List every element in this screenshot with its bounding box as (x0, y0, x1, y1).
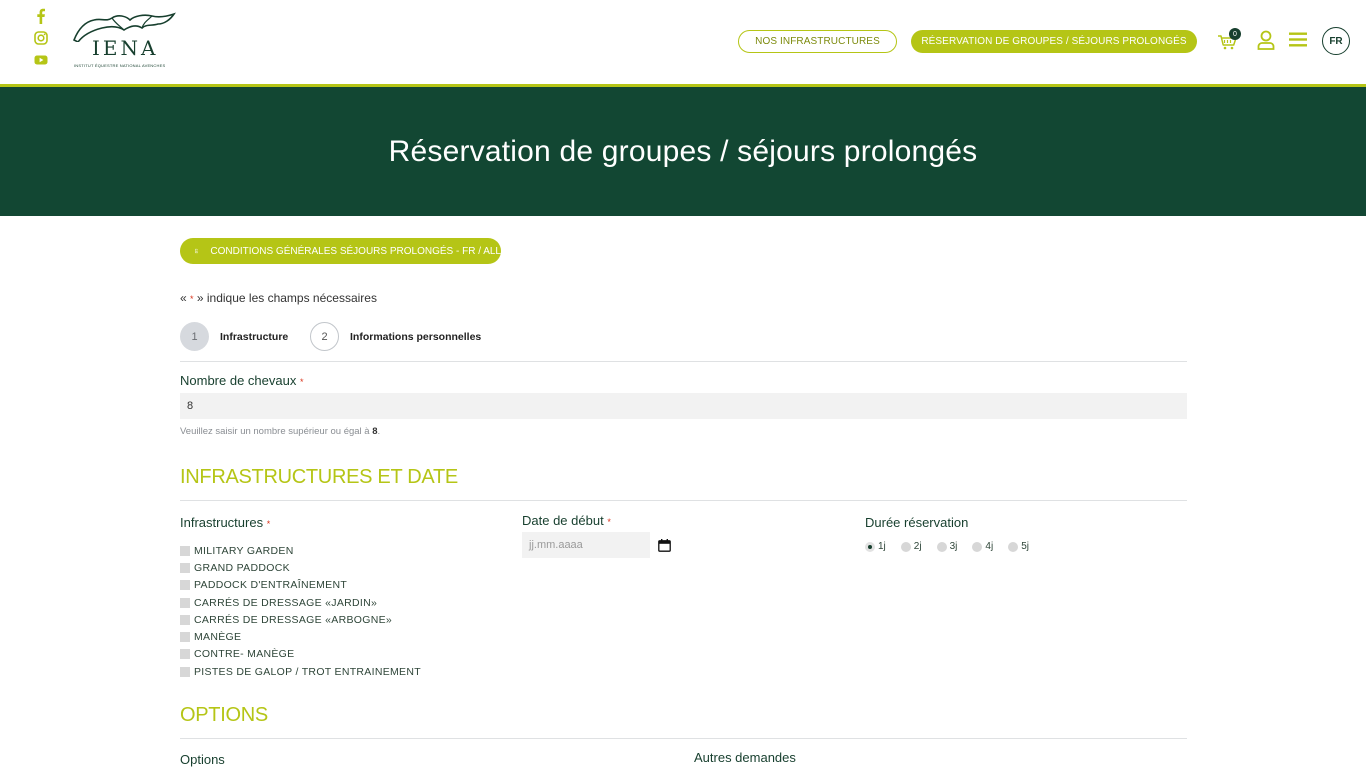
language-switcher[interactable]: FR (1322, 27, 1350, 55)
radio[interactable] (972, 541, 983, 552)
required-note-suffix: » indique les champs nécessaires (193, 291, 377, 305)
required-asterisk: * (266, 519, 271, 529)
calendar-icon[interactable] (658, 539, 671, 552)
step-personal-info: 2 Informations personnelles (310, 322, 481, 351)
checkbox[interactable] (180, 649, 190, 660)
infrastructures-label: Infrastructures * (180, 515, 270, 530)
checkbox-option[interactable]: GRAND PADDOCK (180, 559, 421, 576)
step-label: Informations personnelles (350, 330, 482, 343)
checkbox-label: CONTRE- MANÈGE (194, 648, 295, 661)
checkbox-option[interactable]: PISTES DE GALOP / TROT ENTRAINEMENT (180, 663, 421, 680)
other-requests-label: Autres demandes (694, 750, 796, 765)
checkbox-label: CARRÉS DE DRESSAGE «ARBOGNE» (194, 613, 393, 626)
logo-wordmark: IENA (92, 36, 159, 60)
radio-label: 5j (1021, 541, 1029, 552)
checkbox[interactable] (180, 562, 190, 573)
duration-option[interactable]: 2j (900, 541, 922, 552)
checkbox-option[interactable]: CARRÉS DE DRESSAGE «ARBOGNE» (180, 611, 421, 628)
checkbox[interactable] (180, 545, 190, 556)
horses-label: Nombre de chevaux * (180, 373, 303, 388)
radio[interactable] (900, 541, 911, 552)
checkbox-option[interactable]: CONTRE- MANÈGE (180, 646, 421, 663)
infrastructures-checkbox-list: MILITARY GARDEN GRAND PADDOCK PADDOCK D'… (180, 542, 421, 680)
checkbox-option[interactable]: MILITARY GARDEN (180, 542, 421, 559)
step-number: 1 (180, 322, 209, 351)
menu-icon[interactable] (1289, 32, 1307, 47)
checkbox[interactable] (180, 632, 190, 643)
radio[interactable] (936, 541, 947, 552)
start-date-label-text: Date de début (522, 513, 604, 528)
duration-option[interactable]: 5j (1008, 541, 1029, 552)
radio[interactable] (1008, 541, 1019, 552)
required-asterisk: * (299, 377, 304, 387)
checkbox[interactable] (180, 580, 190, 591)
radio-label: 1j (878, 541, 886, 552)
start-date-input[interactable]: jj.mm.aaaa (522, 532, 650, 558)
social-links (33, 8, 49, 74)
radio-selected[interactable] (865, 541, 875, 552)
horses-hint: Veuillez saisir un nombre supérieur ou é… (180, 426, 380, 437)
horses-label-text: Nombre de chevaux (180, 373, 297, 388)
duration-option[interactable]: 1j (865, 541, 886, 552)
radio-label: 2j (913, 541, 922, 552)
start-date-label: Date de début * (522, 513, 611, 528)
step-label: Infrastructure (220, 330, 289, 343)
radio-label: 3j (949, 541, 958, 552)
duration-label: Durée réservation (865, 515, 969, 530)
checkbox-label: MANÈGE (194, 631, 242, 644)
user-account-icon[interactable] (1257, 30, 1275, 50)
instagram-icon[interactable] (33, 30, 49, 46)
conditions-button-label: CONDITIONS GÉNÉRALES SÉJOURS PROLONGÉS -… (210, 245, 501, 257)
required-asterisk: * (607, 517, 611, 527)
checkbox-label: CARRÉS DE DRESSAGE «JARDIN» (194, 596, 378, 609)
nav-reservation-button[interactable]: RÉSERVATION DE GROUPES / SÉJOURS PROLONG… (911, 30, 1197, 53)
checkbox-label: PADDOCK D'ENTRAÎNEMENT (194, 579, 348, 592)
logo-subtitle: INSTITUT ÉQUESTRE NATIONAL AVENCHES (74, 63, 166, 68)
duration-option[interactable]: 3j (936, 541, 958, 552)
infra-section-title: INFRASTRUCTURES ET DATE (180, 466, 458, 488)
duration-radio-group: 1j 2j 3j 4j 5j (865, 541, 1044, 552)
hint-text: Veuillez saisir un nombre supérieur ou é… (180, 426, 373, 437)
step-number: 2 (310, 322, 339, 351)
iena-logo[interactable]: IENA INSTITUT ÉQUESTRE NATIONAL AVENCHES (72, 12, 176, 72)
required-note-prefix: « (180, 291, 191, 305)
checkbox-label: MILITARY GARDEN (194, 544, 294, 557)
infrastructures-label-text: Infrastructures (180, 515, 264, 530)
horses-count-input[interactable]: 8 (180, 393, 1187, 419)
page-title: Réservation de groupes / séjours prolong… (388, 134, 978, 168)
checkbox-option[interactable]: CARRÉS DE DRESSAGE «JARDIN» (180, 594, 421, 611)
checkbox-label: PISTES DE GALOP / TROT ENTRAINEMENT (194, 665, 421, 678)
required-fields-note: « * » indique les champs nécessaires (180, 291, 377, 305)
checkbox-label: GRAND PADDOCK (194, 561, 290, 574)
infra-section-divider (180, 500, 1187, 501)
page-banner: Réservation de groupes / séjours prolong… (0, 87, 1366, 216)
hint-suffix: . (377, 426, 381, 437)
checkbox[interactable] (180, 666, 190, 677)
step-infrastructure: 1 Infrastructure (180, 322, 288, 351)
conditions-download-button[interactable]: CONDITIONS GÉNÉRALES SÉJOURS PROLONGÉS -… (180, 238, 501, 264)
site-header: IENA INSTITUT ÉQUESTRE NATIONAL AVENCHES… (0, 0, 1366, 85)
document-icon (195, 248, 199, 254)
radio-label: 4j (985, 541, 994, 552)
options-section-title: OPTIONS (180, 704, 268, 726)
checkbox-option[interactable]: PADDOCK D'ENTRAÎNEMENT (180, 577, 421, 594)
steps-divider (180, 361, 1187, 362)
cart-count-badge: 0 (1229, 28, 1241, 40)
checkbox-option[interactable]: MANÈGE (180, 628, 421, 645)
checkbox[interactable] (180, 597, 190, 608)
facebook-icon[interactable] (33, 8, 49, 24)
checkbox[interactable] (180, 614, 190, 625)
nav-infrastructures-button[interactable]: NOS INFRASTRUCTURES (738, 30, 897, 53)
duration-option[interactable]: 4j (972, 541, 993, 552)
options-label: Options (180, 752, 225, 767)
options-section-divider (180, 738, 1187, 739)
youtube-icon[interactable] (33, 52, 49, 68)
